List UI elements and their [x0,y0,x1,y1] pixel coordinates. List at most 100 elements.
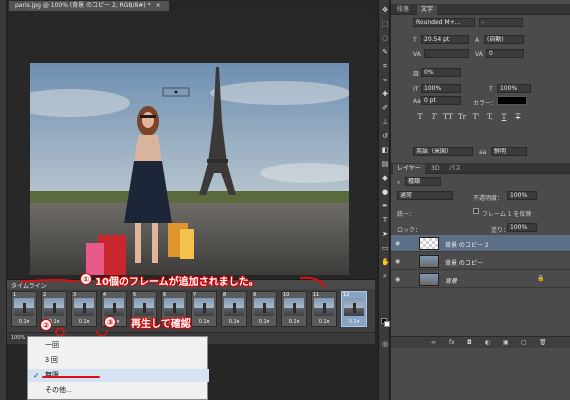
propagate-frame-label: フレーム 1 を反映 [482,211,532,218]
zoom-tool-icon[interactable]: ⌕ [381,272,389,280]
stamp-tool-icon[interactable]: ⊥ [381,118,389,126]
layers-footer: ∞ fx ◘ ◐ ▣ ▢ 🗑 [391,336,570,348]
layer-row[interactable]: ◉ 背景 のコピー [391,253,570,270]
layer-name: 背景 のコピー [445,260,483,267]
vertical-scale-icon: IT [413,86,419,93]
leading-field[interactable]: (自動) [484,35,524,44]
subscript-button[interactable]: T, [485,113,495,122]
font-family-select[interactable]: Rounded M+... [413,18,475,27]
filter-icon: ⌕ [397,179,401,186]
tsume-field[interactable]: 0% [421,68,461,77]
loop-menu-item[interactable]: 一回 [28,339,209,352]
eraser-tool-icon[interactable]: ◧ [381,146,389,154]
background-color-swatch[interactable] [384,321,390,327]
text-color-swatch[interactable] [497,96,527,105]
horizontal-scale-icon: T [489,86,493,93]
panel-icon-column: ✥ ⬚ ◌ ✎ ⌗ ⌁ ✚ ✐ ⊥ ↺ ◧ ▤ ◆ ● ✒ T ➤ ▭ ✋ ⌕ … [378,0,390,400]
layer-row[interactable]: ◉ 背景 🔒 [391,271,570,288]
marquee-tool-icon[interactable]: ⬚ [381,20,389,28]
opacity-label: 不透明度： [473,195,504,202]
character-panel-tabs: 段落 文字 [391,4,570,15]
layer-thumbnail [419,273,439,286]
baseline-shift-icon: Aa [413,98,421,105]
history-brush-tool-icon[interactable]: ↺ [381,132,389,140]
lock-icon: 🔒 [537,275,545,282]
small-caps-button[interactable]: Tr [457,113,467,122]
layer-thumbnail [419,237,439,250]
anti-alias-icon: aa [479,149,487,156]
propagate-frame-checkbox[interactable] [473,208,479,214]
language-select[interactable]: 英語（米国） [413,147,473,156]
layer-kind-select[interactable]: 種類 [405,177,441,186]
loop-menu-label: 一回 [45,342,59,349]
underline-button[interactable]: T [499,113,509,122]
layers-panel-tabs: レイヤー 3D パス [391,163,570,174]
quick-select-tool-icon[interactable]: ✎ [381,48,389,56]
tab-paths[interactable]: パス [445,164,465,174]
loop-menu-item[interactable]: 3 回 [28,354,209,367]
dodge-tool-icon[interactable]: ● [381,188,389,196]
tab-3d[interactable]: 3D [427,164,443,174]
loop-menu-item[interactable]: その他... [28,384,209,397]
brush-tool-icon[interactable]: ✐ [381,104,389,112]
faux-bold-button[interactable]: T [415,113,425,122]
anti-alias-select[interactable]: 鮮明 [491,147,527,156]
kerning-field[interactable] [424,49,469,58]
all-caps-button[interactable]: TT [443,113,453,122]
layer-style-icon[interactable]: fx [449,339,455,346]
baseline-shift-field[interactable]: 0 pt [421,96,461,105]
kerning-icon: VA [413,51,421,58]
hand-tool-icon[interactable]: ✋ [381,258,390,266]
new-layer-icon[interactable]: ▢ [521,339,527,346]
tab-paragraph[interactable]: 段落 [393,5,413,15]
document-tab[interactable]: paris.jpg @ 100% (背景 のコピー 2, RGB/8#) * × [8,0,170,11]
gradient-tool-icon[interactable]: ▤ [381,160,389,168]
strikethrough-button[interactable]: T [513,113,523,122]
loop-menu-label: 3 回 [45,357,58,364]
loop-menu-label: その他... [45,387,72,394]
crop-tool-icon[interactable]: ⌗ [381,62,389,70]
quick-mask-icon[interactable]: ◎ [381,340,389,348]
horizontal-scale-field[interactable]: 100% [497,84,531,93]
visibility-eye-icon[interactable]: ◉ [395,240,400,247]
type-tool-icon[interactable]: T [381,216,389,224]
lasso-tool-icon[interactable]: ◌ [381,34,389,42]
leading-icon: A [475,37,480,44]
visibility-eye-icon[interactable]: ◉ [395,258,400,265]
tab-close-icon[interactable]: × [156,2,161,9]
shape-tool-icon[interactable]: ▭ [381,244,389,252]
eyedropper-tool-icon[interactable]: ⌁ [381,76,389,84]
layer-mask-icon[interactable]: ◘ [467,339,472,346]
font-style-select[interactable]: - [479,18,523,27]
blur-tool-icon[interactable]: ◆ [381,174,389,182]
pen-tool-icon[interactable]: ✒ [381,202,389,210]
layer-row[interactable]: ◉ 背景 のコピー 2 [391,235,570,252]
healing-tool-icon[interactable]: ✚ [381,90,389,98]
blend-mode-select[interactable]: 通常 [397,191,453,200]
font-size-field[interactable]: 20.54 pt [421,35,469,44]
right-panels: 段落 文字 Rounded M+... - T 20.54 pt A (自動) … [391,0,570,400]
tsume-icon: ▥ [413,70,419,77]
font-size-icon: T [413,37,417,44]
path-select-tool-icon[interactable]: ➤ [381,230,389,238]
layer-name: 背景 のコピー 2 [445,242,489,249]
tab-character[interactable]: 文字 [417,5,438,15]
tab-layers[interactable]: レイヤー [393,164,425,174]
superscript-button[interactable]: T' [471,113,481,122]
delete-layer-icon[interactable]: 🗑 [539,339,547,346]
vertical-scale-field[interactable]: 100% [421,84,461,93]
fill-field[interactable]: 100% [507,223,537,232]
annotation-underline [42,376,100,378]
opacity-field[interactable]: 100% [507,191,537,200]
lock-label: ロック： [397,227,422,234]
adjustment-layer-icon[interactable]: ◐ [485,339,490,346]
faux-italic-button[interactable]: T [429,113,439,122]
move-tool-icon[interactable]: ✥ [381,6,389,14]
visibility-eye-icon[interactable]: ◉ [395,276,400,283]
tracking-field[interactable]: 0 [486,49,524,58]
link-layers-icon[interactable]: ∞ [431,339,436,346]
unify-label: 統一： [397,211,416,218]
new-group-icon[interactable]: ▣ [503,339,509,346]
color-label: カラー： [473,100,498,107]
tracking-icon: VA [475,51,483,58]
